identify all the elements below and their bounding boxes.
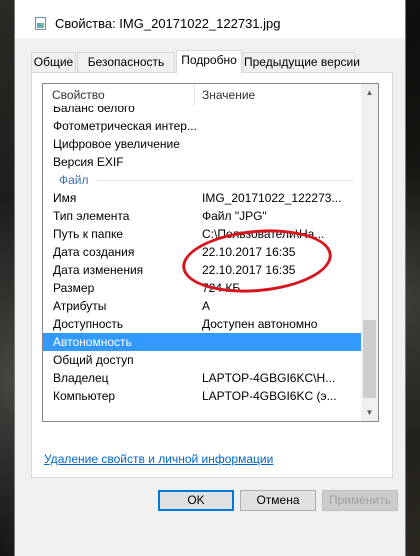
property-value: Доступен автономно bbox=[202, 317, 318, 331]
property-value: A bbox=[202, 299, 211, 313]
property-name: Размер bbox=[53, 281, 95, 295]
property-value: IMG_20171022_122273... bbox=[202, 191, 342, 205]
property-name: Общий доступ bbox=[53, 353, 134, 367]
list-item[interactable]: Атрибуты A bbox=[43, 297, 361, 315]
list-item[interactable]: Тип элемента Файл "JPG" bbox=[43, 207, 361, 225]
scrollbar-thumb[interactable] bbox=[363, 320, 376, 398]
property-name: Тип элемента bbox=[53, 209, 130, 223]
property-name: Путь к папке bbox=[53, 227, 124, 241]
list-item[interactable]: Фотометрическая интер... bbox=[43, 117, 361, 135]
list-item[interactable]: Компьютер LAPTOP-4GBGI6KC (э... bbox=[43, 387, 361, 405]
property-name: Владелец bbox=[53, 371, 109, 385]
title-bar[interactable]: Свойства: IMG_20171022_122731.jpg bbox=[15, 0, 405, 38]
group-divider bbox=[97, 180, 353, 181]
list-item[interactable]: Общий доступ bbox=[43, 351, 361, 369]
property-name: Цифровое увеличение bbox=[53, 137, 180, 151]
tab-general[interactable]: Общие bbox=[31, 52, 76, 72]
arrow-down-icon[interactable]: ▼ bbox=[361, 404, 378, 421]
group-header: Файл bbox=[43, 171, 361, 189]
image-file-icon bbox=[35, 17, 46, 30]
ok-button[interactable]: OK bbox=[158, 490, 234, 511]
apply-button[interactable]: Применить bbox=[322, 490, 398, 511]
property-name: Версия EXIF bbox=[53, 155, 124, 169]
arrow-up-icon[interactable]: ▲ bbox=[361, 84, 378, 101]
property-value: 22.10.2017 16:35 bbox=[202, 245, 296, 259]
properties-list[interactable]: Свойство Значение Баланс белого Фотометри… bbox=[42, 83, 379, 422]
property-name: Баланс белого bbox=[53, 106, 135, 115]
list-item[interactable]: Доступность Доступен автономно bbox=[43, 315, 361, 333]
vertical-scrollbar[interactable]: ▲ ▼ bbox=[361, 84, 378, 421]
list-item[interactable]: Путь к папке C:\Пользователи\На... bbox=[43, 225, 361, 243]
list-item[interactable]: Автономность bbox=[43, 333, 361, 351]
property-value: 724 КБ bbox=[202, 281, 241, 295]
cancel-button[interactable]: Отмена bbox=[240, 490, 316, 511]
property-value: C:\Пользователи\На... bbox=[202, 227, 325, 241]
property-name: Фотометрическая интер... bbox=[53, 119, 197, 133]
property-name: Автономность bbox=[53, 335, 132, 349]
list-item[interactable]: Дата создания 22.10.2017 16:35 bbox=[43, 243, 361, 261]
properties-dialog: Свойства: IMG_20171022_122731.jpg Общие … bbox=[14, 0, 406, 556]
property-name: Атрибуты bbox=[53, 299, 107, 313]
property-name: Дата создания bbox=[53, 245, 135, 259]
list-item[interactable]: Баланс белого bbox=[43, 106, 361, 117]
tab-previous-versions[interactable]: Предыдущие версии bbox=[243, 52, 360, 72]
property-name: Доступность bbox=[53, 317, 124, 331]
window-title: Свойства: IMG_20171022_122731.jpg bbox=[55, 16, 281, 31]
column-header-property[interactable]: Свойство bbox=[52, 88, 105, 102]
remove-properties-link[interactable]: Удаление свойств и личной информации bbox=[44, 452, 273, 466]
property-value: 22.10.2017 16:35 bbox=[202, 263, 296, 277]
property-name: Имя bbox=[53, 191, 77, 205]
list-item[interactable]: Дата изменения 22.10.2017 16:35 bbox=[43, 261, 361, 279]
list-item[interactable]: Размер 724 КБ bbox=[43, 279, 361, 297]
list-item[interactable]: Версия EXIF bbox=[43, 153, 361, 171]
property-value: Файл "JPG" bbox=[202, 209, 267, 223]
list-item[interactable]: Имя IMG_20171022_122273... bbox=[43, 189, 361, 207]
property-value: LAPTOP-4GBGI6KC (э... bbox=[202, 389, 337, 403]
property-name: Компьютер bbox=[53, 389, 116, 403]
tab-details[interactable]: Подробно bbox=[176, 50, 242, 73]
property-name: Дата изменения bbox=[53, 263, 144, 277]
list-header: Свойство Значение bbox=[43, 84, 361, 106]
property-value: LAPTOP-4GBGI6KC\H... bbox=[202, 371, 336, 385]
tab-security[interactable]: Безопасность bbox=[77, 52, 175, 72]
column-header-value[interactable]: Значение bbox=[202, 88, 255, 102]
column-divider[interactable] bbox=[194, 84, 195, 106]
list-item[interactable]: Владелец LAPTOP-4GBGI6KC\H... bbox=[43, 369, 361, 387]
list-rows: Баланс белого Фотометрическая интер... Циф… bbox=[43, 106, 361, 421]
list-item[interactable]: Цифровое увеличение bbox=[43, 135, 361, 153]
group-label: Файл bbox=[59, 173, 89, 187]
